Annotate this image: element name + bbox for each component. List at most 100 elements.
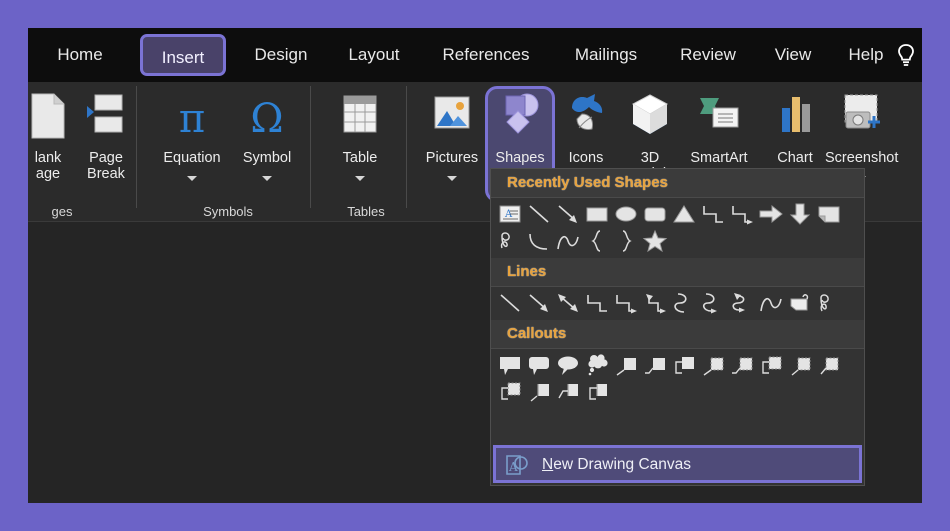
- chevron-down-icon[interactable]: [262, 176, 272, 181]
- right-arrow-icon[interactable]: [758, 201, 784, 227]
- ribbon-separator: [406, 86, 407, 208]
- ribbon-group-label-symbols: Symbols: [203, 204, 253, 219]
- menu-section-header-recently-used: Recently Used Shapes: [491, 169, 864, 198]
- line-callout-2-border-icon[interactable]: [729, 352, 755, 378]
- ribbon-button-equation[interactable]: π Equation: [156, 88, 228, 200]
- ribbon-button-label: Icons: [568, 150, 604, 166]
- tab-references[interactable]: References: [426, 28, 546, 82]
- ribbon-button-symbol[interactable]: Ω Symbol: [231, 88, 303, 200]
- accel-letter: N: [542, 456, 554, 473]
- tab-home[interactable]: Home: [42, 28, 118, 82]
- line-arrow-icon[interactable]: [526, 290, 552, 316]
- chart-icon: [771, 90, 819, 142]
- tab-help[interactable]: Help: [836, 28, 896, 82]
- word-window: Home Insert Design Layout References Mai…: [28, 28, 922, 503]
- elbow-double-arrow-connector-icon[interactable]: [642, 290, 668, 316]
- isosceles-triangle-icon[interactable]: [671, 201, 697, 227]
- line-callout-3-icon[interactable]: [671, 352, 697, 378]
- arc-icon[interactable]: [526, 228, 552, 254]
- 5-point-star-icon[interactable]: [642, 228, 668, 254]
- page-break-icon: [82, 90, 130, 142]
- curved-connector-icon[interactable]: [671, 290, 697, 316]
- text-box-icon[interactable]: A: [497, 201, 523, 227]
- blank-page-icon: [28, 90, 72, 142]
- line-callout-1-no-border-icon[interactable]: [787, 352, 813, 378]
- table-icon: [336, 90, 384, 142]
- menu-section-header-lines: Lines: [491, 258, 864, 287]
- menu-item-new-drawing-canvas[interactable]: A New Drawing Canvas: [493, 445, 862, 483]
- tab-review[interactable]: Review: [666, 28, 750, 82]
- line-callout-2-no-border-icon[interactable]: [816, 352, 842, 378]
- ribbon-button-page-break[interactable]: Page Break: [70, 88, 142, 200]
- ribbon-button-label: 3D: [640, 150, 660, 166]
- shapes-dropdown-menu: Recently Used Shapes A Lines Callouts A …: [490, 168, 865, 486]
- chevron-down-icon[interactable]: [187, 176, 197, 181]
- line-callout-3-accent-icon[interactable]: [584, 379, 610, 405]
- tab-label: Layout: [348, 45, 400, 64]
- line-icon[interactable]: [497, 290, 523, 316]
- line-callout-1-icon[interactable]: [613, 352, 639, 378]
- tab-view[interactable]: View: [762, 28, 824, 82]
- bird-leaf-icon: [562, 90, 610, 142]
- oval-icon[interactable]: [613, 201, 639, 227]
- ribbon-button-label: Chart: [777, 150, 813, 166]
- ribbon-button-label: Pictures: [425, 150, 479, 166]
- tab-layout[interactable]: Layout: [334, 28, 414, 82]
- line-callout-3-border-icon[interactable]: [758, 352, 784, 378]
- line-callout-3-no-border-icon[interactable]: [497, 379, 523, 405]
- tab-mailings[interactable]: Mailings: [558, 28, 654, 82]
- ribbon-button-label: Equation: [163, 150, 221, 166]
- line-arrow-icon[interactable]: [555, 201, 581, 227]
- scribble-icon[interactable]: [497, 228, 523, 254]
- tab-label: Mailings: [574, 45, 638, 64]
- oval-callout-icon[interactable]: [555, 352, 581, 378]
- tab-insert[interactable]: Insert: [140, 34, 226, 76]
- chevron-down-icon[interactable]: [355, 176, 365, 181]
- svg-text:π: π: [179, 96, 205, 142]
- shapes-icon: [496, 90, 544, 142]
- ribbon-button-label: Screenshot: [825, 150, 899, 166]
- line-double-arrow-icon[interactable]: [555, 290, 581, 316]
- scribble-icon[interactable]: [816, 290, 842, 316]
- svg-text:Ω: Ω: [250, 96, 283, 142]
- tab-design[interactable]: Design: [240, 28, 322, 82]
- ribbon-button-label2: Break: [87, 166, 125, 182]
- smartart-icon: [695, 90, 743, 142]
- ribbon-button-table[interactable]: Table: [324, 88, 396, 200]
- right-brace-icon[interactable]: [613, 228, 639, 254]
- menu-item-label: New Drawing Canvas: [542, 456, 691, 474]
- lightbulb-icon[interactable]: [894, 42, 918, 70]
- ribbon-button-pictures[interactable]: Pictures: [416, 88, 488, 200]
- rounded-rectangular-callout-icon[interactable]: [526, 352, 552, 378]
- chevron-down-icon[interactable]: [447, 176, 457, 181]
- elbow-connector-icon[interactable]: [584, 290, 610, 316]
- curve-icon[interactable]: [555, 228, 581, 254]
- line-callout-2-icon[interactable]: [642, 352, 668, 378]
- elbow-connector-icon[interactable]: [700, 201, 726, 227]
- curve-icon[interactable]: [758, 290, 784, 316]
- pi-icon: π: [168, 90, 216, 142]
- freeform-shape-icon[interactable]: [787, 290, 813, 316]
- elbow-arrow-connector-icon[interactable]: [613, 290, 639, 316]
- left-brace-icon[interactable]: [584, 228, 610, 254]
- rectangular-callout-icon[interactable]: [497, 352, 523, 378]
- picture-icon: [428, 90, 476, 142]
- line-icon[interactable]: [526, 201, 552, 227]
- elbow-arrow-connector-icon[interactable]: [729, 201, 755, 227]
- down-arrow-icon[interactable]: [787, 201, 813, 227]
- cloud-callout-icon[interactable]: [584, 352, 610, 378]
- tab-label: References: [442, 45, 530, 64]
- line-callout-1-accent-icon[interactable]: [526, 379, 552, 405]
- rounded-rectangle-icon[interactable]: [642, 201, 668, 227]
- line-callout-2-accent-icon[interactable]: [555, 379, 581, 405]
- curved-arrow-connector-icon[interactable]: [700, 290, 726, 316]
- tab-label: Review: [680, 45, 736, 64]
- ribbon-button-label: Symbol: [242, 150, 292, 166]
- new-drawing-canvas-icon: A: [504, 453, 530, 477]
- menu-section-title: Recently Used Shapes: [507, 174, 668, 191]
- rectangle-icon[interactable]: [584, 201, 610, 227]
- folded-corner-icon[interactable]: [816, 201, 842, 227]
- line-callout-1-border-icon[interactable]: [700, 352, 726, 378]
- curved-double-arrow-connector-icon[interactable]: [729, 290, 755, 316]
- ribbon-tab-bar: Home Insert Design Layout References Mai…: [28, 28, 922, 82]
